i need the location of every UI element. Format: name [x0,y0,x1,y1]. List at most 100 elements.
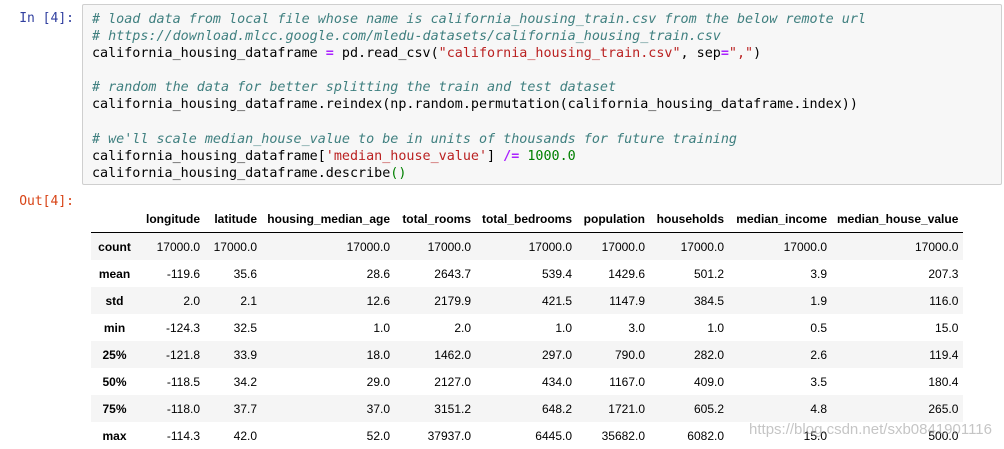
table-cell: 17000.0 [213,239,257,254]
code-string: "california_housing_train.csv" [438,46,681,62]
code-text: ) [753,46,762,62]
table-cell: 384.5 [693,293,724,308]
table-cell: 52.0 [366,428,390,443]
table-row: 25% -121.8 33.9 18.0 1462.0 297.0 790.0 282.0 2.… [91,341,964,368]
code-text: , sep [680,46,721,62]
column-header: population [577,206,650,233]
table-cell: 3.9 [810,266,827,281]
table-cell: 1.0 [555,320,572,335]
code-number: 1000.0 [527,148,576,164]
table-cell: -114.3 [166,428,200,443]
table-cell: 28.6 [366,266,390,281]
column-header: total_rooms [395,206,476,233]
table-cell: 1462.0 [434,347,471,362]
code-string: "," [728,46,754,62]
table-cell: 17000.0 [528,239,572,254]
code-operator: = [325,46,334,62]
table-cell: 2179.9 [434,293,471,308]
dataframe-table: longitude latitude housing_median_age to… [91,206,964,449]
code-operator: /= [503,148,520,164]
table-cell: 17000.0 [915,239,959,254]
table-cell: -118.0 [166,401,200,416]
code-comment: # random the data for better splitting t… [92,80,617,96]
table-cell: 32.5 [233,320,257,335]
table-cell: 6445.0 [535,428,572,443]
row-index-label: std [105,293,124,308]
column-header-index [91,206,138,233]
code-comment: # https://download.mlcc.google.com/mledu… [92,29,721,45]
code-text: california_housing_dataframe [92,46,326,62]
table-cell: 17000.0 [601,239,645,254]
table-cell: 17000.0 [156,239,200,254]
row-index-label: 50% [102,374,127,389]
table-cell: 3151.2 [434,401,471,416]
table-cell: 790.0 [614,347,645,362]
table-cell: 180.4 [928,374,959,389]
table-cell: 1429.6 [608,266,645,281]
table-cell: 15.0 [935,320,959,335]
column-header: total_bedrooms [476,206,577,233]
table-cell: 1167.0 [609,374,645,389]
code-comment: # we'll scale median_house_value to be i… [92,131,737,147]
row-index-label: min [103,320,126,335]
table-cell: 207.3 [928,266,959,281]
table-cell: 37.7 [233,401,257,416]
table-cell: 15.0 [803,428,827,443]
table-cell: 37.0 [366,401,390,416]
table-row: max -114.3 42.0 52.0 37937.0 6445.0 35682.0 608… [91,422,963,449]
row-index-label: mean [98,266,131,281]
table-cell: 434.0 [541,374,572,389]
table-cell: 17000.0 [346,239,390,254]
row-index-label: count [98,239,131,254]
table-cell: 648.2 [541,401,572,416]
column-header: longitude [138,206,205,233]
row-index-label: max [102,428,127,443]
table-cell: 116.0 [929,293,959,308]
table-row: min -124.3 32.5 1.0 2.0 1.0 3.0 1.0 0.5 15.0 [91,314,963,341]
code-text: ] [487,148,504,164]
table-cell: 409.0 [693,374,724,389]
table-cell: 605.2 [693,401,724,416]
table-cell: -119.6 [166,266,200,281]
table-row: std 2.0 2.1 12.6 2179.9 421.5 1147.9 384.5 1.9 11… [91,287,964,314]
code-operator: = [720,46,729,62]
code-line: # random the data for better splitting t… [92,79,1001,96]
column-header: median_income [729,206,832,233]
code-input-area[interactable]: # load data from local file whose name i… [82,4,1002,185]
table-cell: 3.0 [628,320,645,335]
code-comment: # load data from local file whose name i… [92,12,866,27]
table-cell: 1147.9 [609,293,645,308]
table-cell: 35.6 [233,266,257,281]
column-header: housing_median_age [262,206,395,233]
table-cell: 2.6 [810,347,827,362]
table-cell: 17000.0 [427,239,471,254]
code-line: # https://download.mlcc.google.com/mledu… [92,28,1001,45]
table-cell: 42.0 [233,428,257,443]
table-cell: 1.0 [373,320,390,335]
column-header: median_house_value [832,206,964,233]
table-cell: 4.8 [810,401,827,416]
table-row: 50% -118.5 34.2 29.0 2127.0 434.0 1167.0 409.0 3… [91,368,963,395]
table-cell: 2.0 [183,293,200,308]
code-text: california_housing_dataframe.reindex(np.… [92,97,858,113]
table-cell: 6082.0 [687,428,724,443]
table-row: count 17000.0 17000.0 17000.0 17000.0 17000.0… [91,232,964,260]
code-string: 'median_house_value' [325,148,488,164]
code-line: california_housing_dataframe['median_hou… [92,148,1001,165]
table-cell: 539.4 [541,266,572,281]
table-cell: 17000.0 [680,239,724,254]
table-cell: 421.5 [541,293,572,308]
column-header: households [650,206,729,233]
code-line: # load data from local file whose name i… [92,11,1001,28]
code-text: california_housing_dataframe.describe [92,165,391,181]
table-header-row: longitude latitude housing_median_age to… [91,206,964,233]
table-cell: 0.5 [810,320,827,335]
code-line: # we'll scale median_house_value to be i… [92,131,1001,148]
table-cell: 12.6 [366,293,390,308]
table-cell: 2127.0 [434,374,471,389]
table-cell: 1721.0 [608,401,645,416]
output-prompt: Out[4]: [19,194,74,209]
table-cell: 33.9 [233,347,257,362]
table-cell: 2.0 [454,320,471,335]
